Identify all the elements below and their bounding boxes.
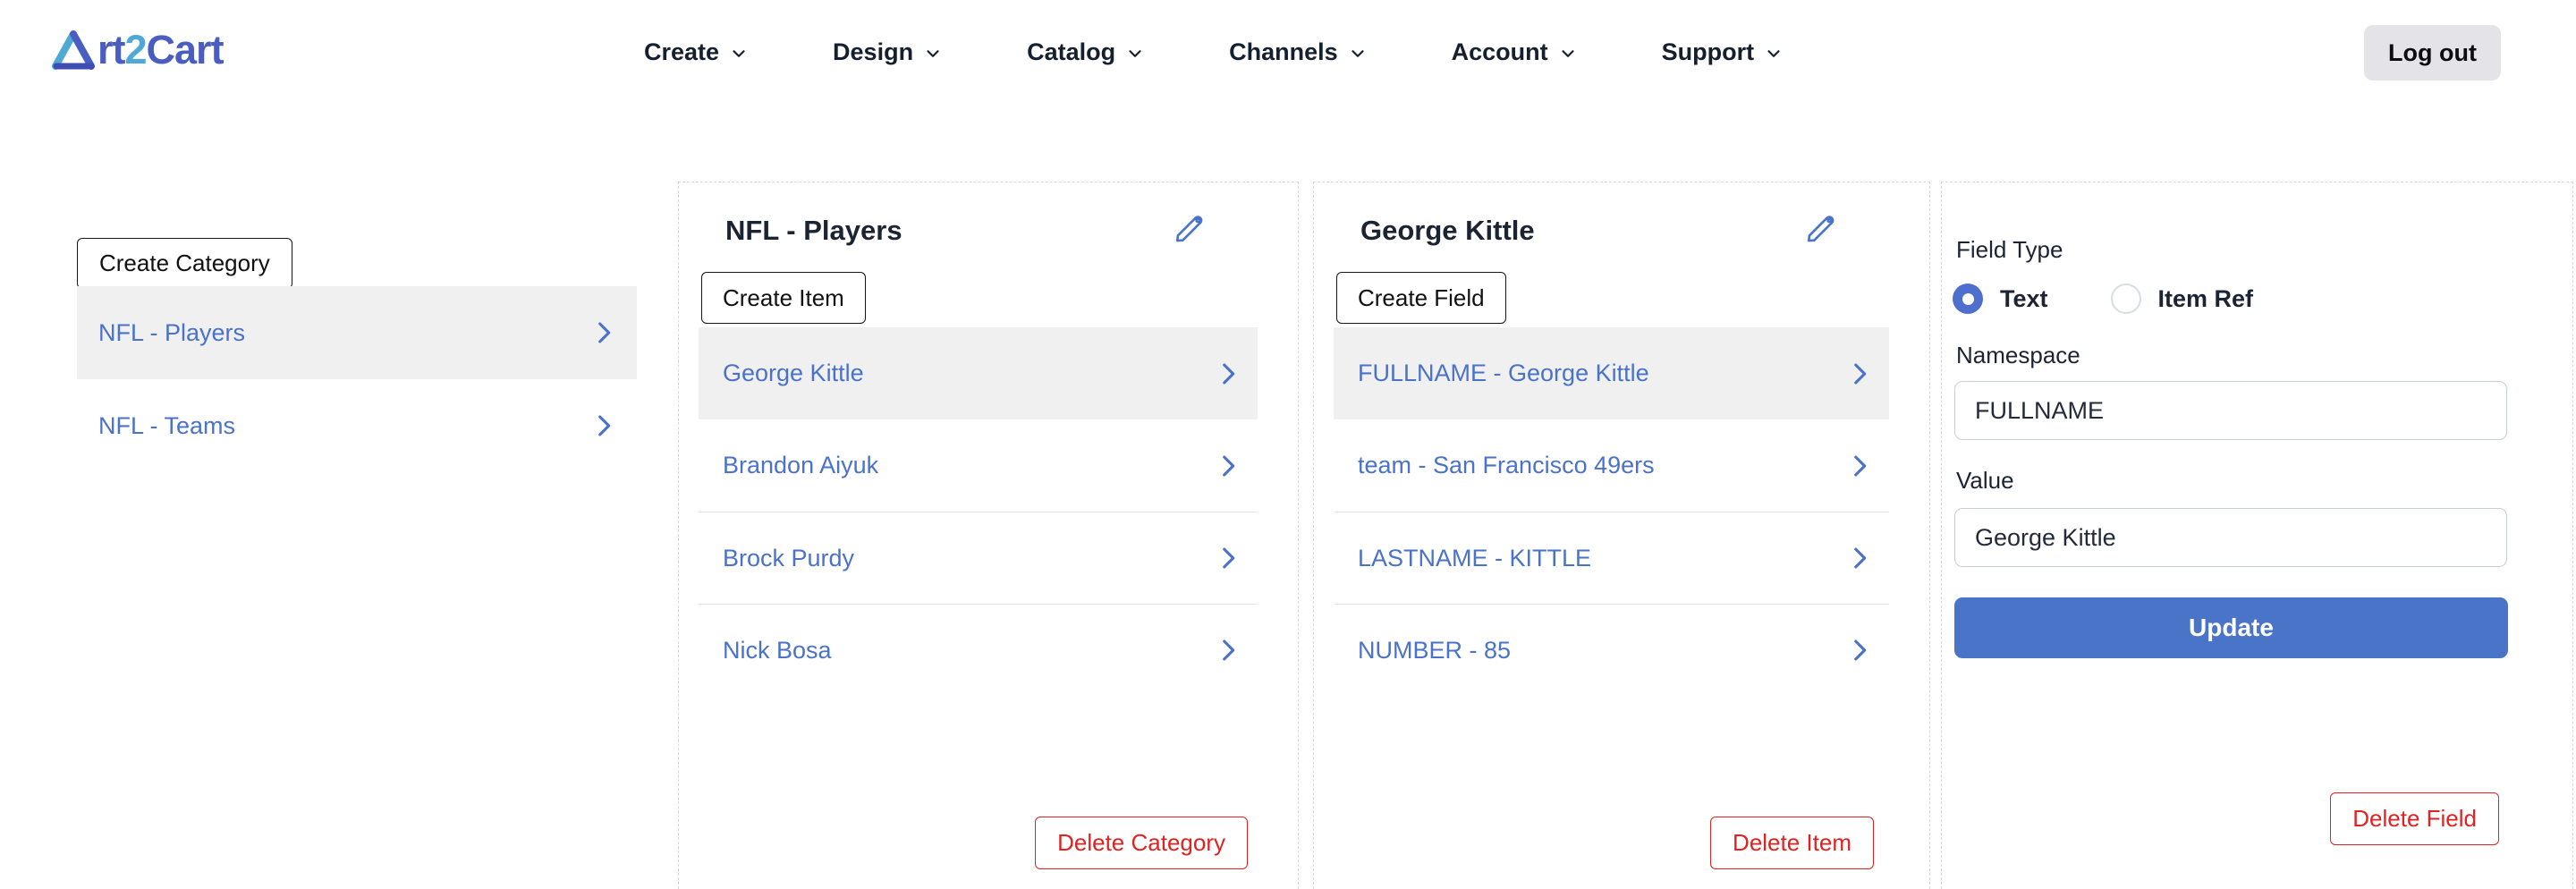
list-item-brock-purdy[interactable]: Brock Purdy: [699, 512, 1258, 604]
top-nav-bar: rt2Cart Create Design Catalog Channels A…: [0, 0, 2576, 104]
chevron-right-icon: [589, 411, 619, 441]
item-detail-panel: George Kittle Create Field FULLNAME - Ge…: [1313, 182, 1930, 889]
item-panel-title: George Kittle: [1360, 215, 1535, 246]
nav-item-channels[interactable]: Channels: [1229, 38, 1368, 66]
value-input[interactable]: [1954, 508, 2507, 567]
namespace-label: Namespace: [1956, 342, 2080, 368]
delete-category-button[interactable]: Delete Category: [1035, 817, 1248, 869]
delete-item-button[interactable]: Delete Item: [1710, 817, 1874, 869]
create-field-button[interactable]: Create Field: [1336, 272, 1506, 324]
create-item-button[interactable]: Create Item: [701, 272, 866, 324]
chevron-right-icon: [1844, 359, 1875, 389]
chevron-right-icon: [1844, 543, 1875, 573]
nav-item-account[interactable]: Account: [1452, 38, 1578, 66]
pencil-icon: [1169, 207, 1208, 244]
chevron-down-icon: [1348, 41, 1368, 64]
app-root: rt2Cart Create Design Catalog Channels A…: [0, 0, 2576, 889]
field-row-lastname[interactable]: LASTNAME - KITTLE: [1334, 512, 1889, 604]
namespace-input[interactable]: [1954, 381, 2507, 440]
logout-button[interactable]: Log out: [2364, 25, 2501, 80]
update-button[interactable]: Update: [1954, 597, 2508, 658]
chevron-right-icon: [1213, 451, 1243, 481]
field-row-number[interactable]: NUMBER - 85: [1334, 604, 1889, 696]
list-item-brandon-aiyuk[interactable]: Brandon Aiyuk: [699, 419, 1258, 512]
chevron-down-icon: [729, 41, 749, 64]
list-item-nick-bosa[interactable]: Nick Bosa: [699, 604, 1258, 696]
field-row-fullname[interactable]: FULLNAME - George Kittle: [1334, 327, 1889, 419]
chevron-down-icon: [923, 41, 943, 64]
sidebar-item-nfl-teams[interactable]: NFL - Teams: [77, 379, 637, 472]
radio-item-ref-label: Item Ref: [2157, 284, 2254, 312]
value-label: Value: [1956, 467, 2014, 494]
chevron-right-icon: [589, 318, 619, 348]
edit-item-button[interactable]: [1801, 206, 1840, 245]
item-list: George Kittle Brandon Aiyuk Brock Purdy …: [699, 327, 1258, 696]
field-type-radio-group: Text Item Ref: [1953, 284, 2253, 314]
radio-item-ref[interactable]: [2110, 284, 2141, 314]
pencil-icon: [1801, 207, 1840, 244]
radio-text-selected[interactable]: [1953, 284, 1983, 314]
delete-field-button[interactable]: Delete Field: [2330, 792, 2499, 845]
nav-item-design[interactable]: Design: [833, 38, 943, 66]
field-type-label: Field Type: [1956, 236, 2063, 263]
main-menu: Create Design Catalog Channels Account S…: [644, 0, 1784, 104]
chevron-down-icon: [1558, 41, 1578, 64]
brand-wordmark: rt2Cart: [97, 27, 225, 72]
sidebar-item-nfl-players[interactable]: NFL - Players: [77, 286, 637, 379]
category-detail-panel: NFL - Players Create Item George Kittle …: [678, 182, 1299, 889]
chevron-right-icon: [1844, 635, 1875, 665]
edit-category-button[interactable]: [1169, 206, 1208, 245]
field-edit-panel: Field Type Text Item Ref Namespace Value…: [1941, 182, 2573, 889]
chevron-right-icon: [1213, 543, 1243, 573]
chevron-down-icon: [1764, 41, 1784, 64]
category-panel-title: NFL - Players: [725, 215, 902, 246]
list-item-george-kittle[interactable]: George Kittle: [699, 327, 1258, 419]
brand-logo[interactable]: rt2Cart: [52, 27, 225, 73]
nav-item-create[interactable]: Create: [644, 38, 749, 66]
field-row-team[interactable]: team - San Francisco 49ers: [1334, 419, 1889, 512]
brand-triangle-icon: [52, 30, 97, 70]
nav-item-support[interactable]: Support: [1662, 38, 1784, 66]
nav-item-catalog[interactable]: Catalog: [1027, 38, 1145, 66]
create-category-button[interactable]: Create Category: [77, 238, 292, 289]
chevron-down-icon: [1125, 41, 1145, 64]
field-list: FULLNAME - George Kittle team - San Fran…: [1334, 327, 1889, 696]
radio-text-label: Text: [2000, 284, 2048, 312]
chevron-right-icon: [1213, 635, 1243, 665]
chevron-right-icon: [1213, 359, 1243, 389]
chevron-right-icon: [1844, 451, 1875, 481]
